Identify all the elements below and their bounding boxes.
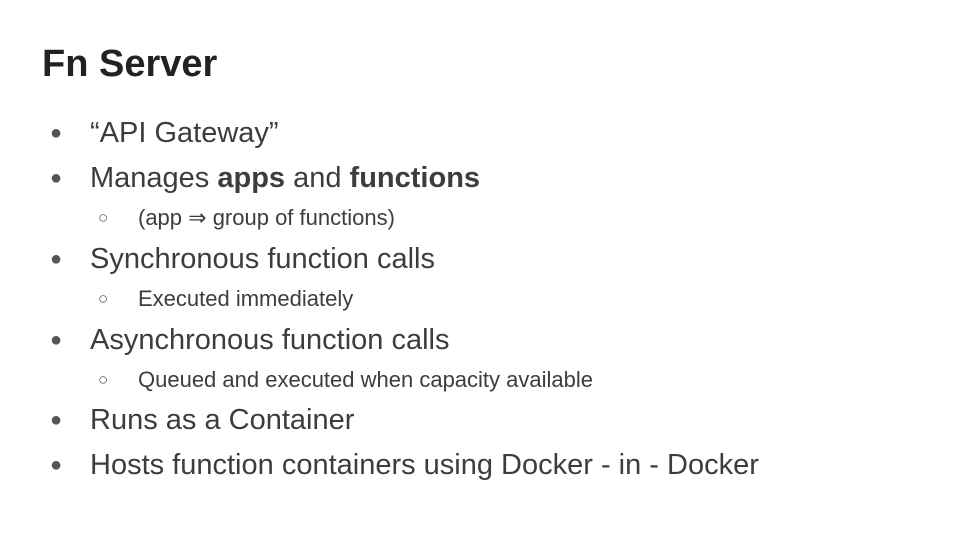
sub-bullet-item-executed: ○ Executed immediately <box>98 285 354 313</box>
sub-bullet-text: Queued and executed when capacity availa… <box>138 367 593 392</box>
bullet-item-manages: ● Manages apps and functions <box>50 160 481 196</box>
slide: Fn Server ● “API Gateway” ● Manages apps… <box>0 0 960 540</box>
sub-bullet-item-queued: ○ Queued and executed when capacity avai… <box>98 366 593 394</box>
bullet-icon: ● <box>50 329 63 351</box>
bullet-icon: ● <box>50 454 63 476</box>
bullet-icon: ● <box>50 248 63 270</box>
sub-bullet-icon: ○ <box>98 208 109 227</box>
bullet-item-docker: ● Hosts function containers using Docker… <box>50 447 759 483</box>
sub-bullet-icon: ○ <box>98 289 109 308</box>
bullet-text: Runs as a Container <box>90 404 355 436</box>
bullet-text: Asynchronous function calls <box>90 324 450 356</box>
bullet-text-functions: functions <box>349 162 481 194</box>
sub-bullet-text: (app ⇒ group of functions) <box>138 205 395 230</box>
bullet-text-mid: and <box>285 162 350 194</box>
bullet-text-pre: Manages <box>90 162 218 194</box>
sub-bullet-item-app-group: ○ (app ⇒ group of functions) <box>98 204 395 232</box>
sub-bullet-text: Executed immediately <box>138 286 354 311</box>
bullet-item-synchronous: ● Synchronous function calls <box>50 241 435 277</box>
slide-title: Fn Server <box>42 43 218 85</box>
bullet-text: “API Gateway” <box>90 117 279 149</box>
bullet-icon: ● <box>50 122 63 144</box>
bullet-item-api-gateway: ● “API Gateway” <box>50 115 279 151</box>
bullet-text-apps: apps <box>217 162 286 194</box>
bullet-icon: ● <box>50 409 63 431</box>
bullet-icon: ● <box>50 167 63 189</box>
bullet-item-asynchronous: ● Asynchronous function calls <box>50 322 450 358</box>
sub-bullet-icon: ○ <box>98 370 109 389</box>
bullet-text: Synchronous function calls <box>90 243 435 275</box>
bullet-text: Hosts function containers using Docker -… <box>90 449 759 481</box>
bullet-item-container: ● Runs as a Container <box>50 402 355 438</box>
